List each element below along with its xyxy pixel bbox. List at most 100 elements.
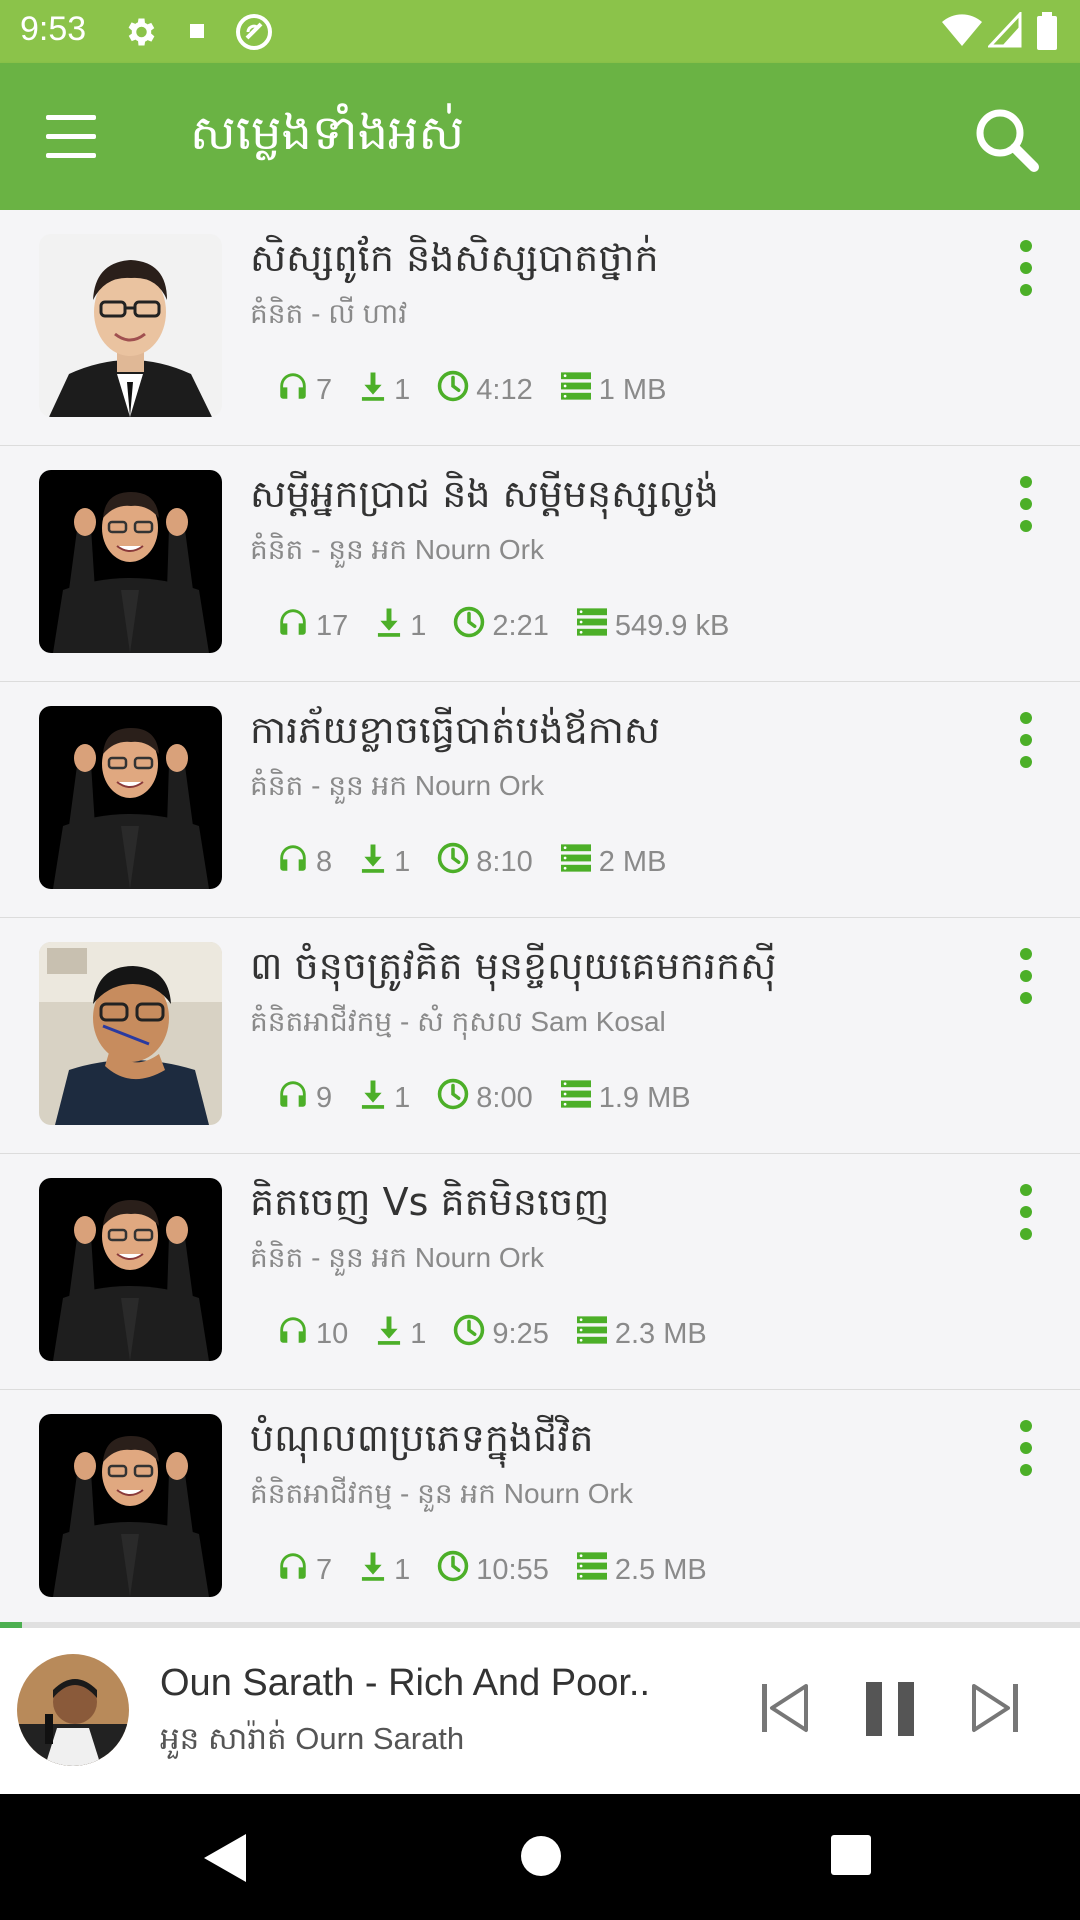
battery-icon: [1037, 12, 1057, 50]
file-size: 2 MB: [598, 845, 667, 878]
track-meta: 7 1 4:12 1 MB: [276, 370, 692, 410]
track-duration: 8:00: [476, 1081, 533, 1114]
more-options-icon[interactable]: [1012, 1420, 1040, 1480]
storage-icon: [575, 1315, 615, 1353]
listen-count: 9: [316, 1081, 333, 1114]
download-icon: [374, 606, 410, 646]
clock-icon: [436, 1077, 476, 1119]
track-title: ៣ ចំនុចត្រូវគិត មុនខ្ចីលុយគេមករកស៊ី: [250, 944, 777, 988]
track-duration: 2:21: [492, 609, 549, 642]
more-options-icon[interactable]: [1012, 1184, 1040, 1244]
search-icon[interactable]: [970, 103, 1042, 175]
track-subtitle: គំនិត - លី ហាវ: [250, 298, 408, 329]
headphones-icon: [276, 841, 316, 883]
sync-circle-icon: [236, 14, 272, 50]
file-size: 1.9 MB: [598, 1081, 691, 1114]
track-thumbnail: [39, 1414, 222, 1597]
headphones-icon: [276, 1549, 316, 1591]
clock-icon: [436, 1549, 476, 1591]
download-icon: [358, 370, 394, 410]
track-thumbnail: [39, 470, 222, 653]
next-icon[interactable]: [968, 1680, 1022, 1736]
mini-player[interactable]: Oun Sarath - Rich And Poor.. អួន សារ៉ាត់…: [0, 1628, 1080, 1794]
signal-icon: [988, 12, 1022, 48]
download-count: 1: [394, 845, 411, 878]
track-subtitle: គំនិតអាជីវកម្ម - នួន អក Nourn Ork: [250, 1478, 633, 1509]
status-time: 9:53: [20, 10, 87, 48]
home-icon[interactable]: [519, 1834, 563, 1878]
download-icon: [358, 1078, 394, 1118]
app-bar: សម្លេងទាំងអស់: [0, 63, 1080, 210]
track-subtitle: គំនិតអាជីវកម្ម - សំ កុសល Sam Kosal: [250, 1006, 666, 1037]
status-bar: 9:53: [0, 0, 1080, 63]
headphones-icon: [276, 605, 316, 647]
clock-icon: [452, 605, 492, 647]
track-duration: 4:12: [476, 373, 533, 406]
track-row[interactable]: ការភ័យខ្លាចធ្វើបាត់បង់ឪកាស គំនិត - នួន អ…: [0, 682, 1080, 918]
download-icon: [374, 1314, 410, 1354]
storage-icon: [559, 1079, 599, 1117]
listen-count: 7: [316, 1553, 333, 1586]
wifi-icon: [942, 14, 982, 46]
recents-icon[interactable]: [830, 1834, 872, 1876]
track-meta: 7 1 10:55 2.5 MB: [276, 1550, 733, 1590]
download-count: 1: [394, 373, 411, 406]
track-meta: 17 1 2:21 549.9 kB: [276, 606, 755, 646]
more-options-icon[interactable]: [1012, 712, 1040, 772]
download-icon: [358, 1550, 394, 1590]
player-track-title: Oun Sarath - Rich And Poor..: [160, 1662, 651, 1704]
track-meta: 8 1 8:10 2 MB: [276, 842, 692, 882]
storage-icon: [559, 843, 599, 881]
page-title: សម្លេងទាំងអស់: [190, 105, 465, 161]
artist-avatar: [17, 1654, 129, 1766]
file-size: 2.5 MB: [614, 1553, 707, 1586]
file-size: 549.9 kB: [614, 609, 730, 642]
clock-icon: [436, 841, 476, 883]
track-row[interactable]: គិតចេញ Vs គិតមិនចេញ គំនិត - នួន អក Nourn…: [0, 1154, 1080, 1390]
storage-icon: [575, 607, 615, 645]
track-title: គិតចេញ Vs គិតមិនចេញ: [250, 1180, 610, 1224]
track-subtitle: គំនិត - នួន អក Nourn Ork: [250, 534, 544, 565]
pause-icon[interactable]: [862, 1680, 918, 1738]
more-options-icon[interactable]: [1012, 948, 1040, 1008]
track-meta: 10 1 9:25 2.3 MB: [276, 1314, 733, 1354]
track-title: បំណុល៣ប្រភេទក្នុងជីវិត: [250, 1416, 594, 1460]
download-icon: [358, 842, 394, 882]
clock-icon: [452, 1313, 492, 1355]
track-duration: 9:25: [492, 1317, 549, 1350]
listen-count: 8: [316, 845, 333, 878]
clock-icon: [436, 369, 476, 411]
track-title: ការភ័យខ្លាចធ្វើបាត់បង់ឪកាស: [250, 708, 661, 752]
track-thumbnail: [39, 1178, 222, 1361]
download-count: 1: [410, 609, 427, 642]
headphones-icon: [276, 369, 316, 411]
previous-icon[interactable]: [758, 1680, 812, 1736]
file-size: 2.3 MB: [614, 1317, 707, 1350]
stop-indicator-icon: [190, 24, 204, 38]
listen-count: 17: [316, 609, 349, 642]
headphones-icon: [276, 1077, 316, 1119]
download-count: 1: [410, 1317, 427, 1350]
menu-icon[interactable]: [46, 115, 100, 158]
track-row[interactable]: សម្ដីអ្នកប្រាជ និង សម្ដីមនុស្សល្ងង់ គំនិ…: [0, 446, 1080, 682]
listen-count: 7: [316, 373, 333, 406]
more-options-icon[interactable]: [1012, 240, 1040, 300]
track-row[interactable]: ៣ ចំនុចត្រូវគិត មុនខ្ចីលុយគេមករកស៊ី គំនិ…: [0, 918, 1080, 1154]
storage-icon: [575, 1551, 615, 1589]
download-count: 1: [394, 1553, 411, 1586]
player-artist: អួន សារ៉ាត់ Ourn Sarath: [160, 1721, 465, 1756]
back-icon[interactable]: [200, 1830, 250, 1886]
track-thumbnail: [39, 706, 222, 889]
track-title: សិស្សពូកែ និងសិស្សបាតថ្នាក់: [250, 236, 659, 280]
track-row[interactable]: សិស្សពូកែ និងសិស្សបាតថ្នាក់ គំនិត - លី ហ…: [0, 210, 1080, 446]
track-duration: 10:55: [476, 1553, 549, 1586]
file-size: 1 MB: [598, 373, 667, 406]
listen-count: 10: [316, 1317, 349, 1350]
track-subtitle: គំនិត - នួន អក Nourn Ork: [250, 1242, 544, 1273]
more-options-icon[interactable]: [1012, 476, 1040, 536]
track-duration: 8:10: [476, 845, 533, 878]
download-count: 1: [394, 1081, 411, 1114]
track-row[interactable]: បំណុល៣ប្រភេទក្នុងជីវិត គំនិតអាជីវកម្ម - …: [0, 1390, 1080, 1626]
track-thumbnail: [39, 234, 222, 417]
track-subtitle: គំនិត - នួន អក Nourn Ork: [250, 770, 544, 801]
